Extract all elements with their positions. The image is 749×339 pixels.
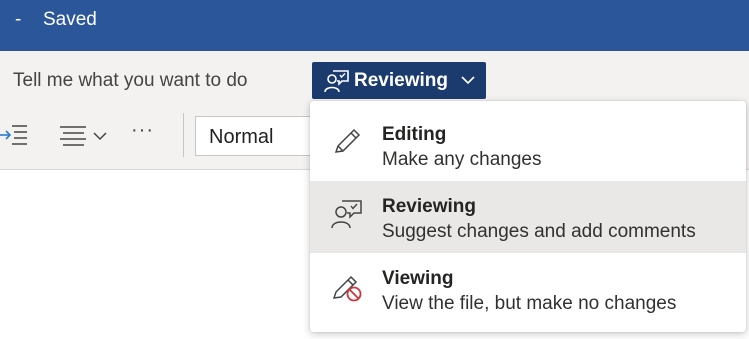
- pencil-prohibited-icon: [332, 275, 362, 302]
- save-status: Saved: [43, 9, 97, 30]
- align-text-dropdown-icon[interactable]: [58, 123, 112, 149]
- menu-item-description: Make any changes: [382, 149, 542, 170]
- style-picker[interactable]: Normal: [195, 116, 315, 156]
- more-options-button[interactable]: ···: [131, 119, 154, 142]
- chevron-down-icon: [461, 76, 475, 85]
- ribbon-divider: [183, 113, 184, 157]
- menu-item-title: Viewing: [382, 268, 454, 289]
- style-picker-value: Normal: [209, 126, 274, 148]
- increase-indent-icon[interactable]: [0, 122, 30, 148]
- mode-button-label: Reviewing: [354, 70, 448, 91]
- pencil-icon: [334, 128, 361, 153]
- menu-item-editing[interactable]: Editing Make any changes: [310, 109, 746, 181]
- menu-item-viewing[interactable]: Viewing View the file, but make no chang…: [310, 253, 746, 325]
- reviewer-icon: [331, 200, 362, 229]
- mode-menu: Editing Make any changes Reviewing Sugge…: [310, 101, 746, 332]
- title-bar: - Saved: [0, 0, 749, 51]
- menu-item-description: Suggest changes and add comments: [382, 221, 696, 242]
- mode-dropdown-button[interactable]: Reviewing: [312, 62, 486, 99]
- menu-item-reviewing[interactable]: Reviewing Suggest changes and add commen…: [310, 181, 746, 253]
- menu-item-description: View the file, but make no changes: [382, 293, 677, 314]
- menu-item-title: Reviewing: [382, 196, 476, 217]
- tell-me-search[interactable]: Tell me what you want to do: [13, 70, 247, 92]
- menu-item-title: Editing: [382, 124, 447, 145]
- title-separator: -: [15, 9, 22, 30]
- reviewer-icon: [324, 70, 349, 93]
